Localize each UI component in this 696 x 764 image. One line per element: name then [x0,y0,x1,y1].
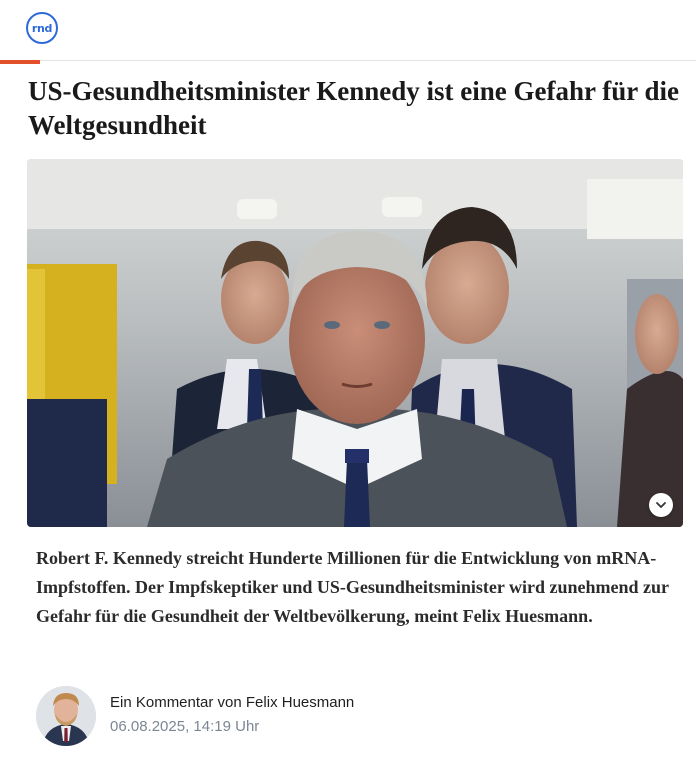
article-headline: US-Gesundheitsminister Kennedy ist eine … [28,76,680,140]
rnd-logo[interactable]: rnd [26,12,58,44]
hero-photo [27,159,683,527]
logo-text: rnd [31,21,53,35]
site-header: rnd [0,0,696,61]
author-avatar[interactable] [36,686,96,746]
article-teaser: Robert F. Kennedy streicht Hunderte Mill… [36,548,669,626]
author-box: Ein Kommentar von Felix Huesmann 06.08.2… [36,686,636,746]
author-portrait [36,686,96,746]
publish-date: 06.08.2025, 14:19 Uhr [110,718,260,735]
section-accent-bar [0,60,40,64]
author-byline-text: Ein Kommentar von Felix Huesmann [110,694,355,711]
author-byline[interactable]: Ein Kommentar von Felix Huesmann [110,694,354,711]
hero-image[interactable] [27,159,683,527]
image-expand-button[interactable] [649,493,673,517]
chevron-down-icon [656,502,666,508]
